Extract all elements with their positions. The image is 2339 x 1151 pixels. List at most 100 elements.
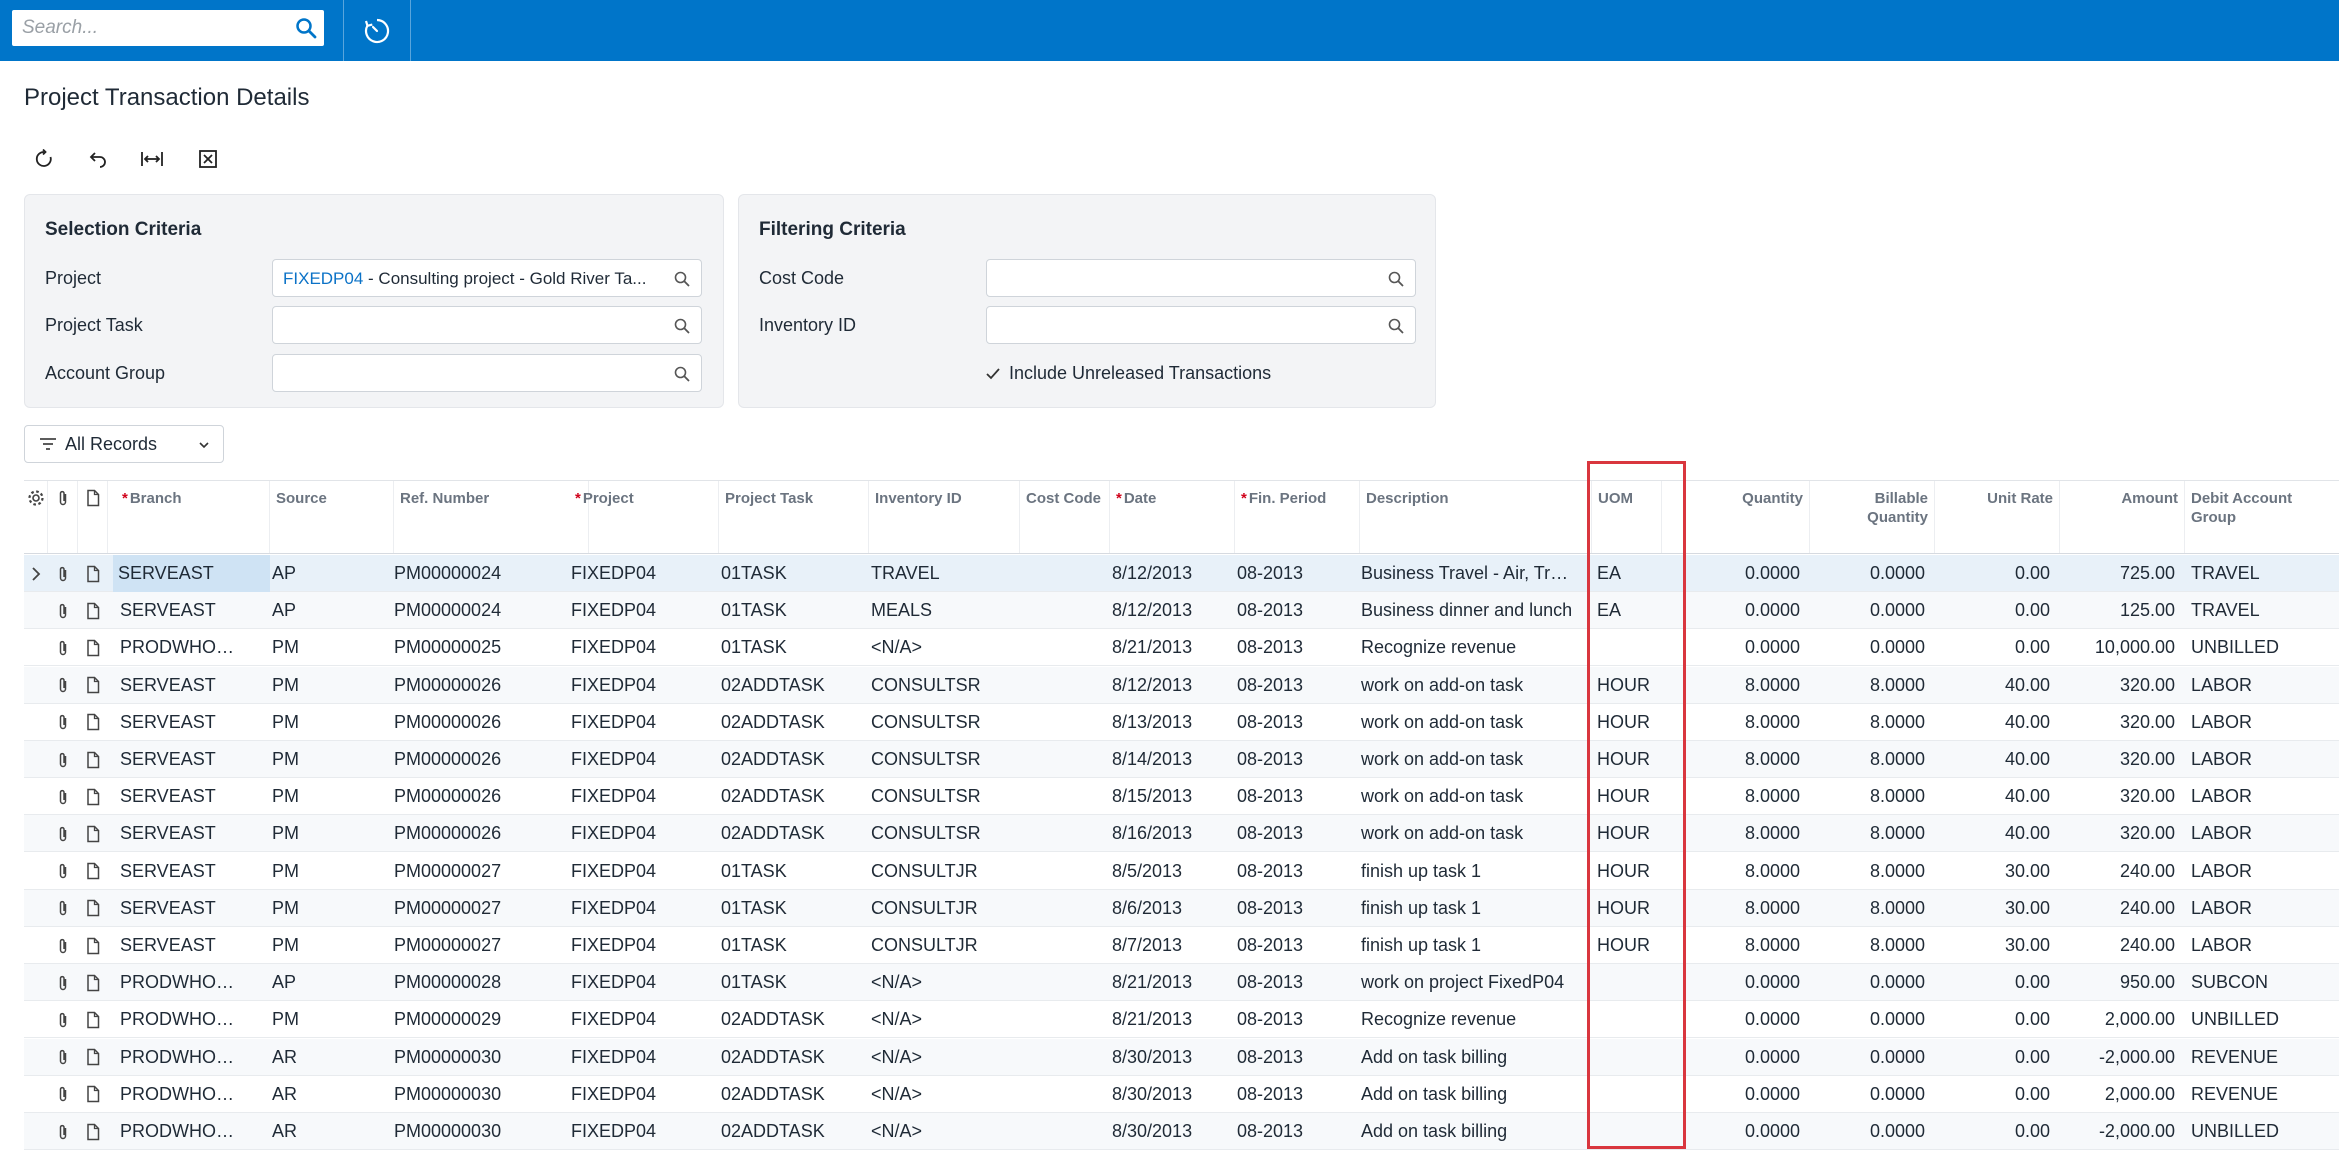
cell-inventory-id[interactable]: TRAVEL bbox=[867, 555, 1007, 592]
cell-inventory-id[interactable]: CONSULTSR bbox=[867, 815, 1007, 852]
cell-project-task[interactable]: 02ADDTASK bbox=[717, 815, 857, 852]
cell-project-task[interactable]: 02ADDTASK bbox=[717, 1039, 857, 1076]
row-attachment-button[interactable] bbox=[48, 592, 78, 629]
table-row[interactable]: SERVEAST PM PM00000026 FIXEDP04 02ADDTASK CON… bbox=[24, 815, 2339, 853]
table-row[interactable]: SERVEAST PM PM00000027 FIXEDP04 01TASK CONSUL… bbox=[24, 927, 2339, 964]
table-row[interactable]: SERVEAST PM PM00000026 FIXEDP04 02ADDTASK CON… bbox=[24, 778, 2339, 816]
cell-ref-number[interactable]: PM00000030 bbox=[390, 1113, 540, 1150]
cell-ref-number[interactable]: PM00000028 bbox=[390, 964, 540, 1001]
row-attachment-button[interactable] bbox=[48, 741, 78, 778]
row-attachment-button[interactable] bbox=[48, 853, 78, 890]
cell-inventory-id[interactable]: <N/A> bbox=[867, 1001, 1007, 1038]
export-excel-button[interactable] bbox=[188, 144, 228, 174]
header-unit-rate[interactable]: Unit Rate bbox=[1935, 481, 2060, 553]
header-ref-number[interactable]: Ref. Number bbox=[394, 481, 589, 553]
cell-project-task[interactable]: 01TASK bbox=[717, 555, 857, 592]
inventory-id-search-icon[interactable] bbox=[1387, 317, 1405, 335]
row-notes-button[interactable] bbox=[78, 1076, 108, 1113]
table-row[interactable]: PRODWHOLE PM PM00000025 FIXEDP04 01TASK <N/A>… bbox=[24, 629, 2339, 667]
cell-project-task[interactable]: 02ADDTASK bbox=[717, 1113, 857, 1150]
cell-ref-number[interactable]: PM00000029 bbox=[390, 1001, 540, 1038]
header-billable-quantity[interactable]: Billable Quantity bbox=[1810, 481, 1935, 553]
header-project-task[interactable]: Project Task bbox=[719, 481, 869, 553]
cell-project-task[interactable]: 01TASK bbox=[717, 927, 857, 964]
project-task-search-icon[interactable] bbox=[673, 317, 691, 335]
all-records-filter-button[interactable]: All Records bbox=[24, 425, 224, 463]
history-button[interactable] bbox=[344, 0, 410, 61]
row-attachment-button[interactable] bbox=[48, 1076, 78, 1113]
cell-inventory-id[interactable]: <N/A> bbox=[867, 1039, 1007, 1076]
row-attachment-button[interactable] bbox=[48, 890, 78, 927]
cell-inventory-id[interactable]: <N/A> bbox=[867, 629, 1007, 666]
header-source[interactable]: Source bbox=[270, 481, 394, 553]
row-notes-button[interactable] bbox=[78, 555, 108, 592]
cell-project-task[interactable]: 01TASK bbox=[717, 592, 857, 629]
row-notes-button[interactable] bbox=[78, 1039, 108, 1076]
row-attachment-button[interactable] bbox=[48, 1113, 78, 1150]
table-row[interactable]: PRODWHOLE AP PM00000028 FIXEDP04 01TASK <N/A>… bbox=[24, 964, 2339, 1002]
cell-inventory-id[interactable]: CONSULTSR bbox=[867, 667, 1007, 704]
row-attachment-button[interactable] bbox=[48, 964, 78, 1001]
row-attachment-button[interactable] bbox=[48, 1001, 78, 1038]
row-attachment-button[interactable] bbox=[48, 815, 78, 852]
cell-ref-number[interactable]: PM00000024 bbox=[390, 555, 540, 592]
cell-inventory-id[interactable]: CONSULTJR bbox=[867, 890, 1007, 927]
account-group-field[interactable] bbox=[272, 354, 702, 392]
table-row[interactable]: SERVEAST PM PM00000026 FIXEDP04 02ADDTASK CON… bbox=[24, 704, 2339, 741]
cell-project-task[interactable]: 01TASK bbox=[717, 629, 857, 666]
cell-ref-number[interactable]: PM00000027 bbox=[390, 890, 540, 927]
project-field[interactable]: FIXEDP04 - Consulting project - Gold Riv… bbox=[272, 259, 702, 297]
account-group-search-icon[interactable] bbox=[673, 365, 691, 383]
inventory-id-field[interactable] bbox=[986, 306, 1416, 344]
search-input[interactable] bbox=[12, 10, 282, 46]
cell-project-task[interactable]: 02ADDTASK bbox=[717, 1076, 857, 1113]
row-attachment-button[interactable] bbox=[48, 1039, 78, 1076]
row-notes-button[interactable] bbox=[78, 667, 108, 704]
cell-inventory-id[interactable]: CONSULTSR bbox=[867, 778, 1007, 815]
cost-code-search-icon[interactable] bbox=[1387, 270, 1405, 288]
row-notes-button[interactable] bbox=[78, 815, 108, 852]
cell-project-task[interactable]: 01TASK bbox=[717, 853, 857, 890]
row-attachment-button[interactable] bbox=[48, 555, 78, 592]
cell-ref-number[interactable]: PM00000024 bbox=[390, 592, 540, 629]
row-attachment-button[interactable] bbox=[48, 667, 78, 704]
cell-inventory-id[interactable]: MEALS bbox=[867, 592, 1007, 629]
table-row[interactable]: PRODWHOLE AR PM00000030 FIXEDP04 02ADDTASK <N… bbox=[24, 1076, 2339, 1113]
row-notes-button[interactable] bbox=[78, 853, 108, 890]
fit-columns-button[interactable] bbox=[132, 144, 172, 174]
table-row[interactable]: PRODWHOLE AR PM00000030 FIXEDP04 02ADDTASK <N… bbox=[24, 1038, 2339, 1076]
cell-project-task[interactable]: 02ADDTASK bbox=[717, 741, 857, 778]
cell-inventory-id[interactable]: CONSULTJR bbox=[867, 927, 1007, 964]
cell-inventory-id[interactable]: CONSULTSR bbox=[867, 704, 1007, 741]
row-notes-button[interactable] bbox=[78, 1113, 108, 1150]
table-row[interactable]: SERVEAST AP PM00000024 FIXEDP04 01TASK MEALS 8… bbox=[24, 592, 2339, 630]
row-attachment-button[interactable] bbox=[48, 629, 78, 666]
cell-inventory-id[interactable]: <N/A> bbox=[867, 964, 1007, 1001]
cell-inventory-id[interactable]: CONSULTSR bbox=[867, 741, 1007, 778]
row-notes-button[interactable] bbox=[78, 592, 108, 629]
table-row[interactable]: SERVEAST PM PM00000026 FIXEDP04 02ADDTASK CON… bbox=[24, 741, 2339, 778]
header-branch[interactable]: * Branch bbox=[116, 481, 270, 553]
header-date[interactable]: * Date bbox=[1110, 481, 1235, 553]
row-notes-button[interactable] bbox=[78, 629, 108, 666]
header-uom[interactable]: UOM bbox=[1592, 481, 1662, 553]
table-row[interactable]: PRODWHOLE AR PM00000030 FIXEDP04 02ADDTASK <N… bbox=[24, 1113, 2339, 1150]
project-search-icon[interactable] bbox=[673, 270, 691, 288]
cell-ref-number[interactable]: PM00000026 bbox=[390, 704, 540, 741]
row-notes-button[interactable] bbox=[78, 890, 108, 927]
header-debit-account-group[interactable]: Debit Account Group bbox=[2185, 481, 2339, 553]
cell-project-task[interactable]: 01TASK bbox=[717, 964, 857, 1001]
table-row[interactable]: PRODWHOLE PM PM00000029 FIXEDP04 02ADDTASK <N… bbox=[24, 1001, 2339, 1039]
cell-ref-number[interactable]: PM00000026 bbox=[390, 815, 540, 852]
cell-inventory-id[interactable]: <N/A> bbox=[867, 1076, 1007, 1113]
header-notes[interactable] bbox=[78, 481, 108, 553]
table-row[interactable]: SERVEAST PM PM00000026 FIXEDP04 02ADDTASK CON… bbox=[24, 666, 2339, 704]
cell-ref-number[interactable]: PM00000025 bbox=[390, 629, 540, 666]
include-unreleased-checkbox[interactable]: Include Unreleased Transactions bbox=[985, 363, 1271, 384]
header-amount[interactable]: Amount bbox=[2060, 481, 2185, 553]
cell-project-task[interactable]: 02ADDTASK bbox=[717, 1001, 857, 1038]
cell-ref-number[interactable]: PM00000026 bbox=[390, 778, 540, 815]
row-notes-button[interactable] bbox=[78, 927, 108, 964]
row-notes-button[interactable] bbox=[78, 778, 108, 815]
table-row[interactable]: SERVEAST PM PM00000027 FIXEDP04 01TASK CONSUL… bbox=[24, 889, 2339, 927]
